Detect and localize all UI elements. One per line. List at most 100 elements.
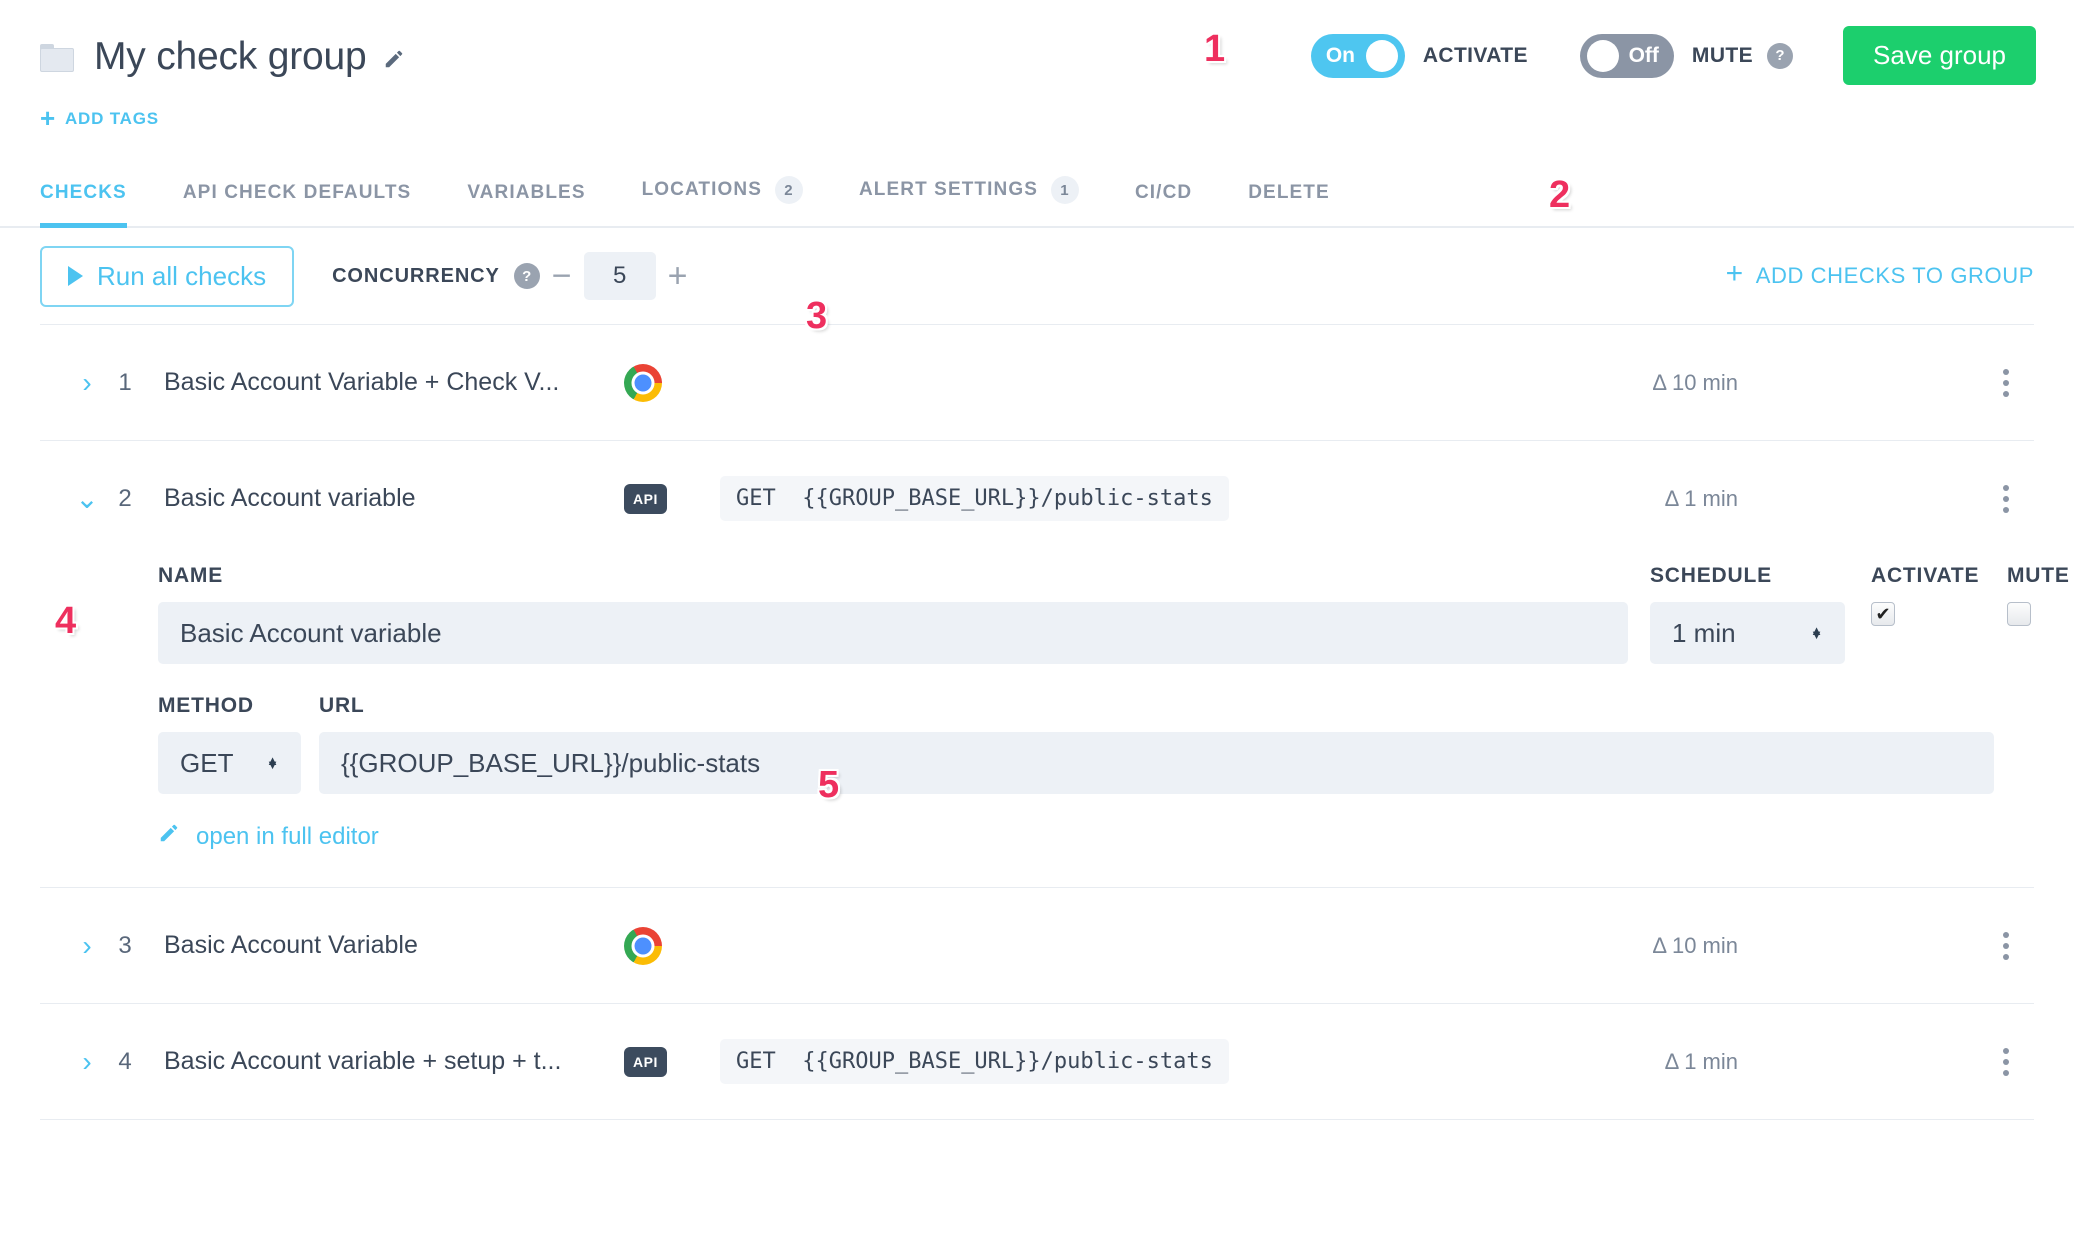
- chevron-updown-icon: ▲ ▼: [1810, 623, 1823, 642]
- row-index: 3: [118, 931, 132, 959]
- row-menu-button[interactable]: [1978, 931, 2034, 960]
- row-actions: Δ 10 min: [1652, 368, 2034, 397]
- chevron-right-icon[interactable]: ›: [70, 367, 104, 399]
- schedule-interval: Δ 1 min: [1664, 1048, 1738, 1074]
- table-row[interactable]: › 4 Basic Account variable + setup + t..…: [40, 1003, 2034, 1119]
- row-actions: Δ 1 min: [1664, 1047, 2034, 1076]
- add-checks-to-group-button[interactable]: + ADD CHECKS TO GROUP: [1725, 257, 2034, 291]
- plus-icon: +: [1725, 257, 1744, 290]
- tab-ci-cd[interactable]: CI/CD: [1135, 182, 1192, 226]
- activate-label: ACTIVATE: [1871, 564, 1980, 587]
- check-url-pill: GET {{GROUP_BASE_URL}}/public-stats: [720, 476, 1229, 521]
- open-in-full-editor-label: open in full editor: [196, 822, 379, 850]
- activate-label: ACTIVATE: [1422, 43, 1528, 67]
- check-type: API: [624, 1046, 694, 1077]
- row-menu-button[interactable]: [1978, 484, 2034, 513]
- schedule-interval: Δ 10 min: [1652, 932, 1738, 958]
- url-label: URL: [319, 694, 365, 717]
- tab-alert-settings[interactable]: ALERT SETTINGS 1: [859, 176, 1079, 226]
- concurrency-increment-button[interactable]: +: [668, 259, 688, 293]
- tab-label: CHECKS: [40, 182, 127, 203]
- edit-title-pencil-icon[interactable]: [383, 48, 405, 70]
- mute-checkbox[interactable]: [2007, 602, 2031, 626]
- add-tags-button[interactable]: + ADD TAGS: [40, 105, 159, 132]
- folder-icon: [40, 44, 74, 72]
- row-index: 4: [118, 1047, 132, 1075]
- tab-locations[interactable]: LOCATIONS 2: [642, 176, 803, 226]
- add-checks-to-group-label: ADD CHECKS TO GROUP: [1755, 263, 2034, 288]
- chevron-down-icon[interactable]: ⌄: [70, 482, 104, 515]
- chevron-right-icon[interactable]: ›: [70, 930, 104, 962]
- mute-help-icon[interactable]: ?: [1767, 42, 1794, 69]
- run-all-checks-label: Run all checks: [97, 260, 267, 291]
- check-method: GET: [736, 486, 776, 511]
- check-type: API: [624, 483, 694, 514]
- concurrency-input[interactable]: [583, 252, 656, 300]
- chrome-icon: [624, 363, 662, 402]
- url-input[interactable]: [319, 732, 1994, 794]
- concurrency-label: CONCURRENCY: [332, 264, 500, 287]
- run-all-checks-button[interactable]: Run all checks: [40, 245, 295, 307]
- list-bottom-divider: [40, 1119, 2034, 1120]
- checks-list: › 1 Basic Account Variable + Check V... …: [0, 324, 2074, 1120]
- concurrency-decrement-button[interactable]: −: [552, 259, 572, 293]
- tab-label: DELETE: [1248, 182, 1330, 203]
- activate-toggle-state: On: [1325, 43, 1355, 67]
- tab-delete[interactable]: DELETE: [1248, 182, 1330, 226]
- table-row[interactable]: ⌄ 2 Basic Account variable API GET {{GRO…: [40, 440, 2034, 556]
- api-badge: API: [624, 483, 667, 514]
- page-header: My check group + ADD TAGS On ACTIVATE Of…: [0, 0, 2074, 160]
- check-url: {{GROUP_BASE_URL}}/public-stats: [802, 486, 1213, 511]
- tab-label: ALERT SETTINGS: [858, 179, 1038, 200]
- tab-label: VARIABLES: [467, 182, 586, 203]
- method-select[interactable]: GET ▲ ▼: [158, 732, 301, 794]
- tab-label: CI/CD: [1134, 182, 1193, 203]
- table-row[interactable]: › 3 Basic Account Variable Δ 10 min: [40, 887, 2034, 1003]
- schedule-interval: Δ 1 min: [1664, 485, 1738, 511]
- api-badge: API: [624, 1046, 667, 1077]
- checks-toolbar: Run all checks CONCURRENCY ? − + + ADD C…: [0, 228, 2074, 324]
- tab-checks[interactable]: CHECKS: [40, 182, 127, 228]
- tab-badge-count: 1: [1050, 176, 1079, 204]
- check-name: Basic Account Variable + Check V...: [164, 368, 560, 396]
- tab-api-check-defaults[interactable]: API CHECK DEFAULTS: [183, 182, 411, 226]
- toggle-knob: [1365, 39, 1398, 72]
- activate-field-group: ACTIVATE ✔: [1871, 564, 1981, 626]
- tab-label: LOCATIONS: [641, 179, 762, 200]
- toggle-knob: [1586, 39, 1619, 72]
- chevron-updown-icon: ▲ ▼: [266, 753, 279, 772]
- schedule-select[interactable]: 1 min ▲ ▼: [1650, 602, 1845, 664]
- detail-row-request: METHOD GET ▲ ▼ URL: [158, 694, 2034, 794]
- activate-toggle[interactable]: On: [1310, 33, 1405, 78]
- url-field-group: URL: [319, 694, 2034, 794]
- schedule-label: SCHEDULE: [1650, 564, 1772, 587]
- chevron-right-icon[interactable]: ›: [70, 1046, 104, 1078]
- check-detail-panel: NAME SCHEDULE 1 min ▲▼ ACTIVATE ✔ MUTE: [40, 556, 2069, 887]
- concurrency-help-icon[interactable]: ?: [513, 263, 540, 289]
- check-name: Basic Account variable: [164, 484, 416, 512]
- schedule-field-group: SCHEDULE 1 min ▲ ▼: [1650, 564, 1845, 664]
- check-url-pill: GET {{GROUP_BASE_URL}}/public-stats: [720, 1039, 1229, 1084]
- row-actions: Δ 1 min: [1664, 484, 2034, 513]
- mute-toggle-state: Off: [1628, 43, 1659, 67]
- activate-checkbox[interactable]: ✔: [1871, 602, 1895, 626]
- schedule-selected-value: 1 min: [1672, 617, 1736, 648]
- name-input[interactable]: [158, 602, 1628, 664]
- table-row[interactable]: › 1 Basic Account Variable + Check V... …: [40, 324, 2034, 440]
- check-url: {{GROUP_BASE_URL}}/public-stats: [802, 1049, 1213, 1074]
- chrome-icon: [624, 926, 662, 965]
- tab-variables[interactable]: VARIABLES: [467, 182, 585, 226]
- name-field-group: NAME: [158, 564, 1628, 664]
- check-name: Basic Account Variable: [164, 931, 418, 959]
- method-selected-value: GET: [180, 747, 234, 778]
- detail-row-name: NAME SCHEDULE 1 min ▲▼ ACTIVATE ✔ MUTE: [158, 564, 2069, 664]
- row-menu-button[interactable]: [1978, 368, 2034, 397]
- pencil-icon: [158, 822, 180, 851]
- mute-toggle[interactable]: Off: [1579, 33, 1674, 78]
- open-in-full-editor-button[interactable]: open in full editor: [158, 822, 379, 851]
- row-menu-button[interactable]: [1978, 1047, 2034, 1076]
- save-group-button[interactable]: Save group: [1843, 26, 2036, 85]
- check-name: Basic Account variable + setup + t...: [164, 1047, 562, 1075]
- name-label: NAME: [158, 564, 224, 587]
- method-label: METHOD: [158, 694, 254, 717]
